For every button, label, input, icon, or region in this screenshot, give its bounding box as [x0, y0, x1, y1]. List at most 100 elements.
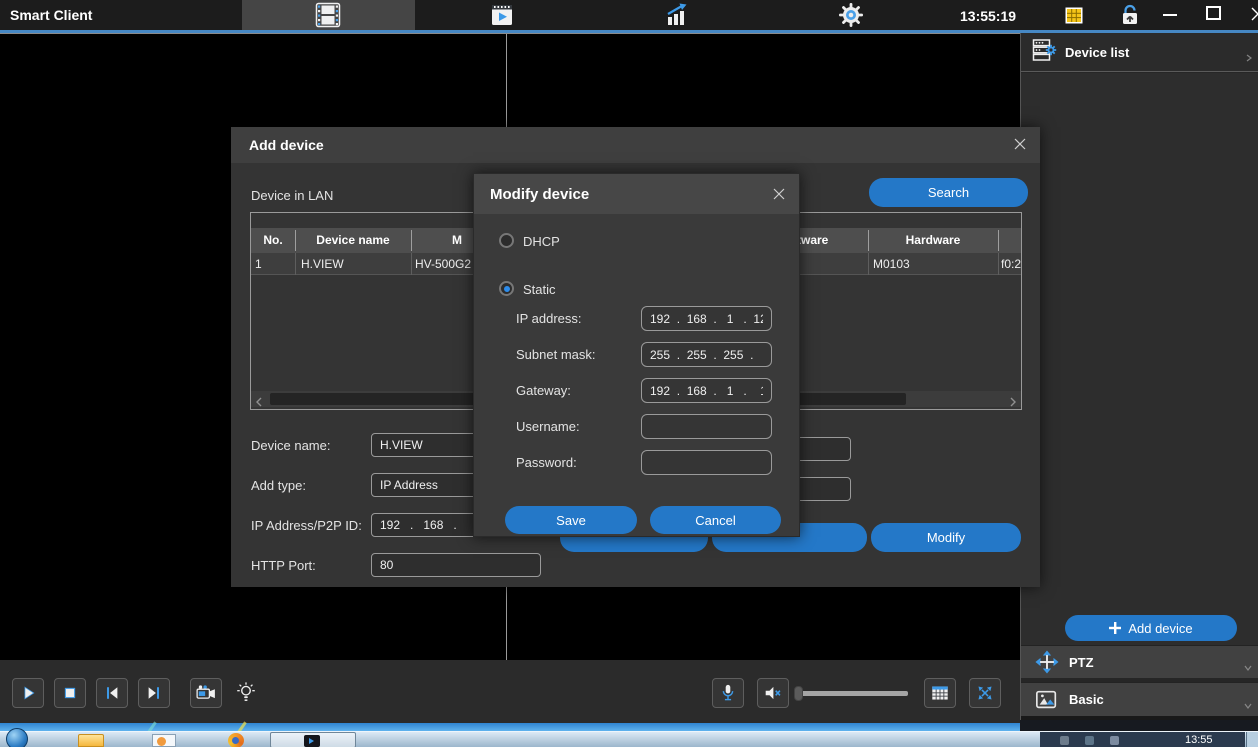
basic-panel-header[interactable]: Basic [1021, 682, 1258, 716]
device-list-chevron-icon[interactable] [1245, 49, 1253, 67]
minimize-button[interactable] [1163, 14, 1177, 16]
tray-icon[interactable] [1060, 736, 1069, 745]
stop-button[interactable] [54, 678, 86, 708]
titlebar-clock: 13:55:19 [960, 8, 1016, 24]
ptz-chevron-icon[interactable] [1244, 659, 1252, 677]
modify-password-input[interactable] [641, 450, 772, 475]
previous-frame-button[interactable] [96, 678, 128, 708]
col-model[interactable]: M [445, 228, 469, 253]
start-button[interactable] [6, 728, 28, 747]
save-button[interactable]: Save [505, 506, 637, 534]
col-divider [295, 230, 296, 251]
settings-gear-icon[interactable] [838, 2, 864, 33]
device-list-header: Device list [1021, 33, 1258, 72]
add-device-dialog-title: Add device [249, 137, 324, 153]
add-device-dialog-titlebar: Add device [231, 127, 1040, 163]
ptz-icon [1035, 650, 1059, 674]
tray-area: 13:55 [1040, 732, 1245, 747]
row-divider [868, 253, 869, 275]
statistics-icon[interactable] [664, 2, 690, 33]
close-button[interactable] [1250, 6, 1258, 27]
device-tree[interactable] [1021, 73, 1258, 645]
maximize-button[interactable] [1206, 6, 1221, 20]
modify-password-label: Password: [516, 455, 577, 470]
dhcp-radio[interactable] [499, 233, 514, 248]
col-hardware[interactable]: Hardware [868, 228, 998, 253]
layout-grid-button[interactable] [924, 678, 956, 708]
screen: Smart Client 13:55:19 [0, 0, 1258, 747]
titlebar: Smart Client 13:55:19 [0, 0, 1258, 30]
next-frame-button[interactable] [138, 678, 170, 708]
taskbar-clock[interactable]: 13:55 [1185, 734, 1213, 746]
active-app-taskbar-button[interactable] [270, 732, 356, 747]
device-list-icon [1031, 37, 1057, 68]
basic-title: Basic [1069, 692, 1104, 707]
volume-slider-track[interactable] [795, 691, 908, 696]
basic-image-icon [1035, 688, 1059, 712]
add-device-close-icon[interactable] [1012, 136, 1028, 157]
modify-username-input[interactable] [641, 414, 772, 439]
tray-icon[interactable] [1110, 736, 1119, 745]
plus-icon [1109, 622, 1121, 634]
static-radio[interactable] [499, 281, 514, 296]
add-type-label: Add type: [251, 478, 306, 493]
add-device-button[interactable]: Add device [1065, 615, 1237, 641]
row-divider [295, 253, 296, 275]
live-view-icon[interactable] [315, 2, 341, 33]
fullscreen-button[interactable] [969, 678, 1001, 708]
cell-device-name: H.VIEW [301, 253, 344, 275]
device-in-lan-label: Device in LAN [251, 188, 333, 203]
ip-address-label: IP address: [516, 311, 582, 326]
modify-device-title: Modify device [490, 186, 589, 203]
tray-icon[interactable] [1085, 736, 1094, 745]
col-divider [998, 230, 999, 251]
ptz-panel-header[interactable]: PTZ [1021, 645, 1258, 678]
volume-slider-handle[interactable] [794, 686, 803, 701]
firefox-icon[interactable] [228, 733, 244, 747]
static-label: Static [523, 282, 556, 297]
cancel-button[interactable]: Cancel [650, 506, 781, 534]
gateway-input[interactable] [641, 378, 772, 403]
http-port-label: HTTP Port: [251, 558, 316, 573]
light-bulb-icon[interactable] [234, 681, 258, 710]
lock-icon[interactable] [1118, 3, 1142, 32]
scroll-right-icon[interactable] [1008, 394, 1018, 412]
gateway-label: Gateway: [516, 383, 571, 398]
col-no[interactable]: No. [251, 228, 295, 253]
modify-button[interactable]: Modify [871, 523, 1021, 552]
taskbar: 13:55 [0, 731, 1258, 747]
col-divider [411, 230, 412, 251]
explorer-icon[interactable] [78, 734, 104, 747]
speaker-mute-button[interactable] [757, 678, 789, 708]
record-button[interactable] [190, 678, 222, 708]
modify-device-close-icon[interactable] [771, 186, 787, 207]
app-title: Smart Client [10, 7, 92, 23]
http-port-input[interactable] [371, 553, 541, 577]
modify-username-label: Username: [516, 419, 580, 434]
playback-icon[interactable] [490, 3, 514, 32]
cell-no: 1 [255, 253, 262, 275]
search-button[interactable]: Search [869, 178, 1028, 207]
ptz-title: PTZ [1069, 655, 1094, 670]
dhcp-label: DHCP [523, 234, 560, 249]
cell-mac: f0:2 [1001, 253, 1021, 275]
modify-device-dialog: Modify device DHCP Static IP address: Su… [473, 173, 800, 537]
ip-p2p-label: IP Address/P2P ID: [251, 518, 362, 533]
scroll-left-icon[interactable] [254, 394, 264, 412]
cell-hardware: M0103 [873, 253, 910, 275]
subnet-mask-input[interactable] [641, 342, 772, 367]
col-software[interactable]: tware [797, 228, 841, 253]
photo-viewer-icon[interactable] [152, 734, 176, 747]
window-shadow [1020, 720, 1258, 731]
show-desktop-button[interactable] [1246, 732, 1258, 747]
col-device-name[interactable]: Device name [295, 228, 411, 253]
device-list-title: Device list [1065, 45, 1129, 60]
subnet-mask-label: Subnet mask: [516, 347, 596, 362]
basic-chevron-icon[interactable] [1244, 697, 1252, 715]
col-divider [868, 230, 869, 251]
microphone-button[interactable] [712, 678, 744, 708]
ip-address-input[interactable] [641, 306, 772, 331]
sidebar: Device list Add device PTZ Basic [1020, 33, 1258, 723]
calendar-icon[interactable] [1062, 3, 1086, 32]
play-button[interactable] [12, 678, 44, 708]
